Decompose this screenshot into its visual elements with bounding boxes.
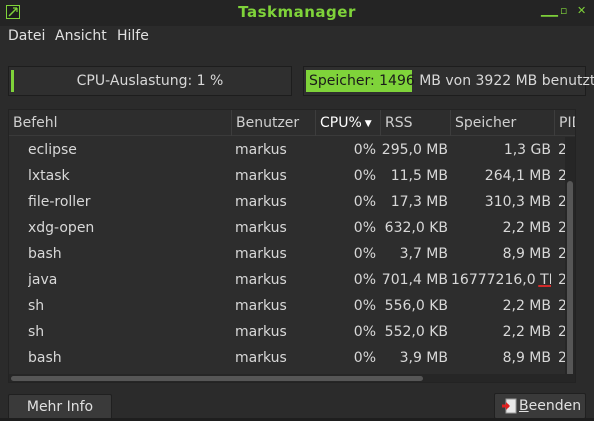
cell-rss: 552,0 KB [384,324,448,340]
cell-command: eclipse [28,142,77,158]
cell-user: markus [235,324,287,340]
memory-used-text: Speicher: 1496 [309,73,415,89]
cpu-usage-label: CPU-Auslastung: 1 % [76,73,224,89]
minimize-icon[interactable]: ▁▁ [541,5,558,17]
menu-ansicht[interactable]: Ansicht [55,28,107,44]
column-header-cpu-label: CPU% [320,115,362,131]
cell-cpu: 0% [353,350,376,366]
cell-memory: 2,2 MB [502,324,551,340]
sort-descending-icon: ▼ [364,119,372,129]
cell-user: markus [235,298,287,314]
memory-usage-bar: Speicher: 1496 MB von 3922 MB benutzt [303,66,594,96]
cpu-usage-bar: CPU-Auslastung: 1 % [8,66,292,96]
vertical-scrollbar[interactable] [565,137,575,382]
vertical-scroll-thumb[interactable] [567,181,573,381]
cell-user: markus [235,272,287,288]
cell-user: markus [235,246,287,262]
column-header-benutzer[interactable]: Benutzer [232,110,316,136]
cell-memory: 310,3 MB [484,194,551,210]
cell-cpu: 0% [353,272,376,288]
cell-cpu: 0% [353,220,376,236]
quit-button-label: Beenden [519,398,582,414]
cell-cpu: 0% [353,246,376,262]
cell-user: markus [235,142,287,158]
column-header-speicher[interactable]: Speicher [451,110,555,136]
more-info-button[interactable]: Mehr Info [8,394,112,420]
horizontal-scrollbar[interactable] [9,374,575,382]
column-header-befehl[interactable]: Befehl [9,110,232,136]
cell-command: bash [28,246,62,262]
table-row[interactable]: eclipsemarkus0%295,0 MB1,3 GB20 [9,137,575,163]
cell-rss: 3,7 MB [399,246,448,262]
cell-memory: 2,2 MB [502,298,551,314]
cell-rss: 556,0 KB [384,298,448,314]
cell-rss: 17,3 MB [390,194,448,210]
close-icon[interactable]: ✕ [577,5,586,17]
table-row[interactable]: shmarkus0%556,0 KB2,2 MB20 [9,293,575,319]
cell-memory: 264,1 MB [484,168,551,184]
table-row[interactable]: shmarkus0%552,0 KB2,2 MB20 [9,319,575,345]
table-header: Befehl Benutzer CPU%▼ RSS Speicher PID [9,110,575,136]
cell-rss: 295,0 MB [381,142,448,158]
cell-command: sh [28,324,45,340]
cell-command: lxtask [28,168,70,184]
cell-command: sh [28,298,45,314]
title-bar: Taskmanager ▁▁ ▫ ✕ [0,0,594,26]
cell-user: markus [235,168,287,184]
table-row[interactable]: xdg-openmarkus0%632,0 KB2,2 MB21 [9,215,575,241]
horizontal-scroll-thumb[interactable] [11,376,423,381]
cell-command: xdg-open [28,220,95,236]
cell-user: markus [235,350,287,366]
memory-usage-label: Speicher: 1496 MB von 3922 MB benutzt [309,73,594,89]
maximize-icon[interactable]: ▫ [560,5,567,17]
cell-cpu: 0% [353,168,376,184]
table-row[interactable]: javamarkus0%701,4 MB16777216,0 TB20 [9,267,575,293]
cell-command: bash [28,350,62,366]
cell-cpu: 0% [353,298,376,314]
spellcheck-underlined-unit: TB [540,272,551,288]
cell-rss: 701,4 MB [381,272,448,288]
menu-datei[interactable]: Datei [8,28,45,44]
cell-rss: 3,9 MB [399,350,448,366]
window-title: Taskmanager [238,3,356,21]
cell-memory: 1,3 GB [503,142,551,158]
cell-cpu: 0% [353,324,376,340]
cell-user: markus [235,194,287,210]
column-header-rss[interactable]: RSS [381,110,451,136]
cell-command: java [28,272,58,288]
cell-rss: 632,0 KB [384,220,448,236]
cell-memory: 8,9 MB [502,246,551,262]
process-table: Befehl Benutzer CPU%▼ RSS Speicher PID e… [8,109,576,383]
cell-cpu: 0% [353,142,376,158]
menu-bar: Datei Ansicht Hilfe [0,26,594,48]
table-row[interactable]: lxtaskmarkus0%11,5 MB264,1 MB21 [9,163,575,189]
quit-button[interactable]: Beenden [494,393,586,419]
cell-command: file-roller [28,194,91,210]
menu-hilfe[interactable]: Hilfe [117,28,149,44]
column-header-pid[interactable]: PID [555,110,575,136]
table-row[interactable]: bashmarkus0%3,9 MB8,9 MB20 [9,345,575,371]
cell-memory: 2,2 MB [502,220,551,236]
cell-rss: 11,5 MB [390,168,448,184]
table-row[interactable]: file-rollermarkus0%17,3 MB310,3 MB21 [9,189,575,215]
column-header-cpu[interactable]: CPU% ▼ [316,110,381,136]
memory-total-text: MB von 3922 MB benutzt [414,73,594,89]
exit-icon [501,398,517,414]
cell-user: markus [235,220,287,236]
cell-cpu: 0% [353,194,376,210]
table-row[interactable]: bashmarkus0%3,7 MB8,9 MB20 [9,241,575,267]
cell-memory: 8,9 MB [502,350,551,366]
cell-memory: 16777216,0 TB [451,267,551,293]
